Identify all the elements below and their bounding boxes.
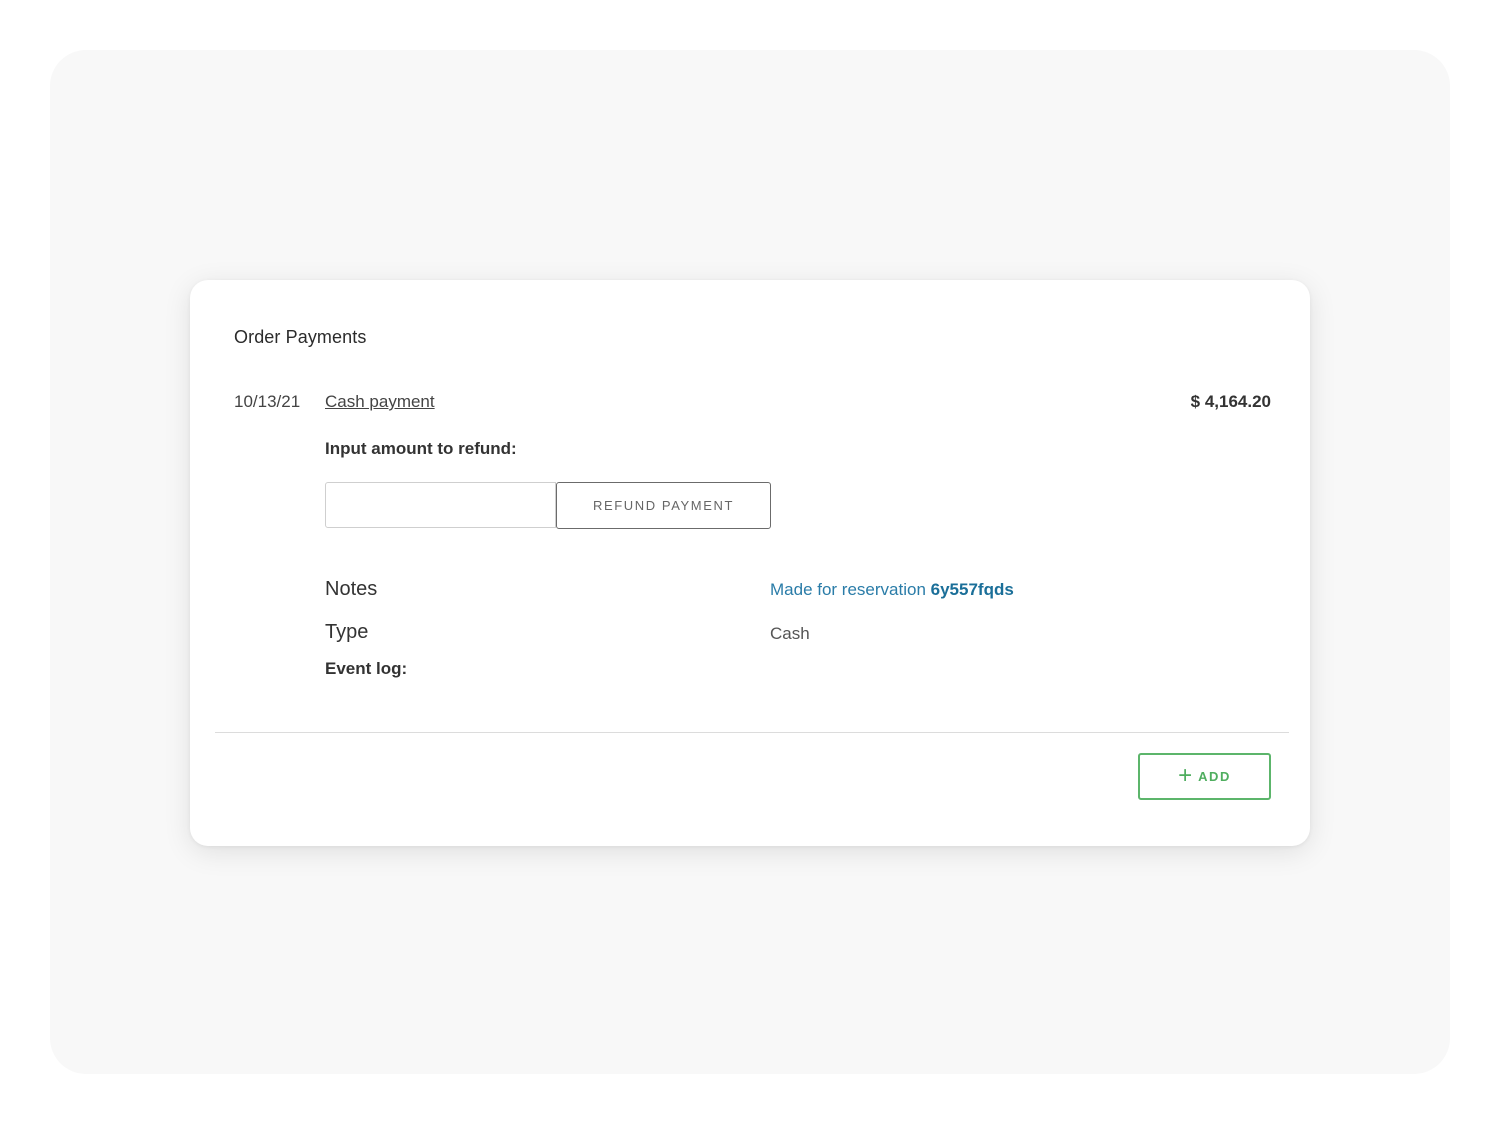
plus-icon: +: [1178, 761, 1193, 789]
add-button-label: ADD: [1198, 769, 1231, 784]
card-title: Order Payments: [234, 327, 367, 347]
type-value: Cash: [770, 624, 810, 643]
reservation-id-link[interactable]: 6y557fqds: [931, 580, 1014, 599]
payment-date: 10/13/21: [234, 392, 301, 411]
event-log-label: Event log:: [325, 659, 408, 678]
notes-prefix: Made for reservation: [770, 580, 926, 599]
payment-amount: $ 4,164.20: [1190, 392, 1271, 411]
type-label: Type: [325, 621, 369, 643]
notes-label: Notes: [325, 578, 378, 600]
refund-payment-button[interactable]: REFUND PAYMENT: [556, 482, 771, 529]
cash-payment-link[interactable]: Cash payment: [325, 392, 435, 412]
refund-amount-label: Input amount to refund:: [325, 439, 517, 458]
notes-value: Made for reservation 6y557fqds: [770, 580, 1014, 600]
add-payment-button[interactable]: + ADD: [1138, 753, 1271, 800]
order-payments-card: Order Payments 10/13/21 Cash payment $ 4…: [190, 280, 1310, 846]
refund-amount-input[interactable]: [325, 482, 556, 528]
divider: [215, 732, 1289, 733]
